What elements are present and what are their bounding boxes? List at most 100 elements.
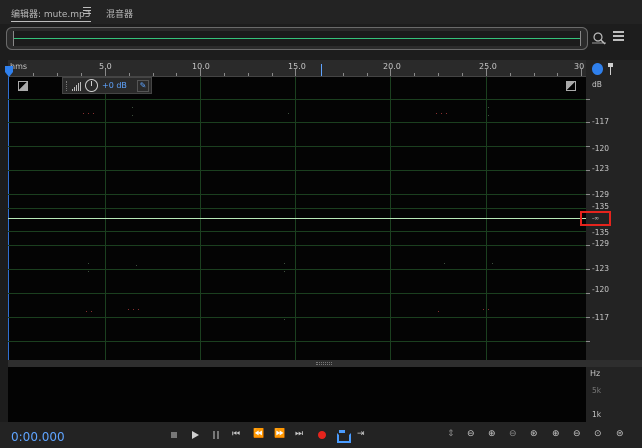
noise-dot: [441, 113, 442, 114]
noise-dot: [133, 309, 134, 310]
db-label: -129: [592, 190, 610, 199]
zoom-out-time-icon[interactable]: ⊖: [509, 429, 517, 439]
db-tick: [586, 293, 590, 294]
noise-dot: [436, 113, 437, 114]
zoom-selection-icon[interactable]: ⊙: [594, 429, 602, 439]
db-gridline: [8, 341, 586, 342]
waveform-center-line: [8, 218, 586, 219]
tab-mixer[interactable]: 混音器: [106, 7, 133, 20]
magnet-icon[interactable]: [592, 63, 603, 75]
db-label: -135: [592, 228, 610, 237]
noise-dot: [91, 311, 92, 312]
ruler-tick: [581, 69, 582, 76]
rewind-icon[interactable]: ⏪: [253, 429, 264, 439]
db-gridline: [8, 245, 586, 246]
db-gridline: [8, 231, 586, 232]
spectral-divider[interactable]: [8, 360, 642, 367]
gain-knob[interactable]: [85, 79, 98, 92]
time-ruler[interactable]: hms 5.0 10.0 15.0 20.0 25.0 30: [8, 60, 586, 77]
ruler-tick: [105, 69, 106, 76]
zoom-out-amplitude-icon[interactable]: ⊖: [467, 429, 475, 439]
db-label: -123: [592, 264, 610, 273]
gain-value[interactable]: +0 dB: [102, 81, 127, 90]
hamburger-icon[interactable]: [83, 7, 91, 15]
ruler-tick: [129, 73, 130, 76]
record-button[interactable]: [316, 430, 328, 440]
zoom-to-fit-icon[interactable]: ⊜: [616, 429, 624, 439]
overview-visible-range[interactable]: [13, 31, 581, 46]
db-tick: [586, 122, 590, 123]
frequency-scale[interactable]: Hz 5k 1k: [586, 367, 642, 422]
noise-dot: [83, 113, 84, 114]
fit-view-icon[interactable]: [566, 81, 576, 91]
spectral-display[interactable]: [8, 367, 586, 422]
db-tick: [586, 99, 590, 100]
db-gridline: [8, 122, 586, 123]
amplitude-scale[interactable]: dB -117 -120 -123 -129 -135 -∞ -135 -129…: [580, 77, 642, 360]
db-label: -123: [592, 164, 610, 173]
db-gridline: [8, 293, 586, 294]
db-label: -120: [592, 285, 610, 294]
skip-selection-icon[interactable]: ⇥: [357, 429, 365, 439]
db-label: -117: [592, 313, 610, 322]
channel-toggle-icon[interactable]: [18, 81, 28, 91]
pause-button[interactable]: [210, 430, 222, 440]
zoom-out-full-icon[interactable]: ⊛: [530, 429, 538, 439]
ruler-tick: [295, 69, 296, 76]
ruler-tick: [510, 73, 511, 76]
noise-dot: [132, 115, 133, 116]
db-tick: [586, 317, 590, 318]
tab-editor[interactable]: 编辑器: mute.mp3: [11, 7, 91, 20]
db-label: -135: [592, 202, 610, 211]
skip-to-start-icon[interactable]: ⏮: [232, 429, 240, 439]
ruler-label: 25.0: [479, 62, 497, 71]
ruler-label: 15.0: [288, 62, 306, 71]
ruler-tick: [81, 73, 82, 76]
db-gridline: [8, 317, 586, 318]
stop-button[interactable]: [169, 430, 181, 440]
waveform-overview[interactable]: [6, 27, 588, 50]
pin-icon[interactable]: [608, 63, 613, 75]
skip-to-end-icon[interactable]: ⏭: [295, 429, 303, 439]
ruler-tick: [272, 73, 273, 76]
drag-handle[interactable]: [66, 81, 68, 91]
noise-dot: [488, 309, 489, 310]
noise-dot: [93, 113, 94, 114]
db-gridline: [8, 194, 586, 195]
fast-forward-icon[interactable]: ⏩: [274, 429, 285, 439]
db-gridline: [8, 146, 586, 147]
loop-playback-button[interactable]: [336, 430, 351, 443]
noise-dot: [438, 311, 439, 312]
play-button[interactable]: [189, 430, 201, 440]
zoom-out-point-icon[interactable]: ⊖: [573, 429, 581, 439]
waveform-display[interactable]: +0 dB ✎: [8, 77, 586, 360]
hz-label: 1k: [592, 410, 602, 419]
db-gridline: [8, 99, 586, 100]
highlight-box: [580, 211, 611, 226]
zoom-in-time-icon[interactable]: ⊕: [488, 429, 496, 439]
zoom-in-point-icon[interactable]: ⊕: [552, 429, 560, 439]
zoom-in-amplitude-icon[interactable]: ⇕: [447, 429, 455, 439]
noise-dot: [136, 265, 137, 266]
ruler-label: 20.0: [383, 62, 401, 71]
list-icon[interactable]: [613, 31, 624, 42]
pin-hud-icon[interactable]: ✎: [137, 80, 149, 92]
ruler-tick: [248, 73, 249, 76]
noise-dot: [492, 263, 493, 264]
ruler-label: 30: [574, 62, 585, 71]
divider-grip[interactable]: [316, 362, 332, 365]
heads-up-display[interactable]: +0 dB ✎: [62, 77, 152, 94]
noise-dot: [446, 113, 447, 114]
ruler-tick: [33, 73, 34, 76]
active-tab-indicator: [11, 21, 91, 22]
db-tick: [586, 269, 590, 270]
db-label: -120: [592, 144, 610, 153]
zoom-time-icon[interactable]: [592, 31, 606, 45]
transport-bar: 0:00.000 ⏮ ⏪ ⏩ ⏭ ⇥ ⇕ ⊖ ⊕ ⊖ ⊛ ⊕ ⊖ ⊙ ⊜: [0, 422, 642, 448]
hz-unit-label: Hz: [590, 369, 601, 378]
ruler-tick: [343, 73, 344, 76]
noise-dot: [132, 107, 133, 108]
ruler-tick: [200, 69, 201, 76]
ruler-tick: [224, 73, 225, 76]
ruler-tick: [367, 73, 368, 76]
